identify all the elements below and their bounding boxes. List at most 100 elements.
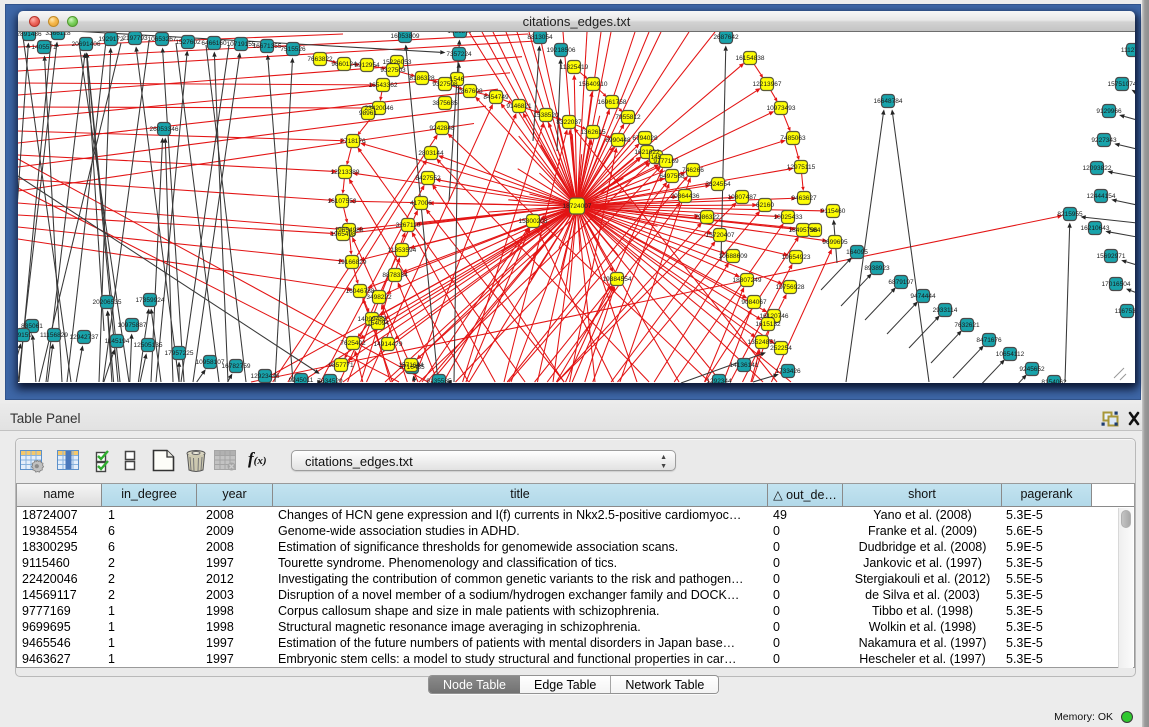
svg-text:7357224: 7357224 [446, 51, 472, 58]
svg-text:8186328: 8186328 [409, 75, 435, 82]
svg-text:7632621: 7632621 [954, 322, 980, 329]
svg-text:7485063: 7485063 [780, 135, 806, 142]
svg-text:16107553: 16107553 [328, 198, 357, 205]
svg-text:8154062: 8154062 [1041, 379, 1067, 383]
svg-text:3366128: 3366128 [45, 32, 71, 37]
svg-text:1929172: 1929172 [98, 36, 124, 43]
svg-text:16543362: 16543362 [369, 82, 398, 89]
svg-text:16120746: 16120746 [760, 313, 789, 320]
svg-text:15226053: 15226053 [383, 59, 412, 66]
svg-text:11325419: 11325419 [560, 64, 589, 71]
svg-text:9699695: 9699695 [822, 239, 848, 246]
svg-text:1527602: 1527602 [175, 39, 201, 46]
svg-text:9474444: 9474444 [910, 293, 936, 300]
svg-text:16961758: 16961758 [598, 99, 627, 106]
svg-text:10025433: 10025433 [774, 214, 803, 221]
svg-text:2197793: 2197793 [122, 35, 148, 42]
svg-text:1167534: 1167534 [1115, 308, 1135, 315]
svg-text:164095: 164095 [846, 249, 868, 256]
svg-text:19166829: 19166829 [338, 259, 367, 266]
svg-text:2718176: 2718176 [340, 138, 366, 145]
svg-text:16210643: 16210643 [1081, 225, 1110, 232]
svg-text:19218506: 19218506 [547, 47, 576, 54]
svg-text:14914479: 14914479 [374, 341, 403, 348]
svg-text:9084067: 9084067 [741, 299, 767, 306]
svg-text:1615132: 1615132 [755, 321, 781, 328]
svg-text:16782759: 16782759 [222, 363, 251, 370]
svg-text:9242848: 9242848 [429, 125, 455, 132]
svg-text:2933114: 2933114 [933, 307, 958, 314]
svg-text:12975115: 12975115 [787, 164, 816, 171]
svg-text:15300203: 15300203 [519, 218, 548, 225]
svg-text:10654112: 10654112 [996, 351, 1025, 358]
svg-text:16053809: 16053809 [391, 33, 420, 40]
svg-text:6879197: 6879197 [888, 279, 914, 286]
svg-text:9245652: 9245652 [1019, 366, 1045, 373]
svg-text:9245011: 9245011 [289, 377, 314, 383]
svg-text:9129966: 9129966 [1096, 108, 1122, 115]
svg-text:1405571: 1405571 [31, 44, 57, 51]
svg-text:10807487: 10807487 [728, 194, 757, 201]
svg-text:154094: 154094 [367, 320, 389, 327]
svg-text:252254: 252254 [770, 345, 792, 352]
svg-text:8912954: 8912954 [354, 62, 380, 69]
svg-text:15751074: 15751074 [1108, 81, 1135, 88]
svg-text:8938923: 8938923 [864, 265, 890, 272]
svg-text:8427552: 8427552 [415, 175, 441, 182]
svg-text:12444154: 12444154 [1087, 193, 1116, 200]
svg-text:10975887: 10975887 [118, 322, 147, 329]
svg-text:6497568: 6497568 [659, 173, 685, 180]
svg-text:584: 584 [810, 227, 821, 234]
svg-text:9227343: 9227343 [1091, 137, 1117, 144]
svg-text:20364436: 20364436 [671, 193, 700, 200]
svg-text:9327503: 9327503 [380, 67, 406, 74]
svg-text:9857771: 9857771 [328, 362, 354, 369]
svg-text:12923446: 12923446 [251, 373, 280, 380]
svg-text:17957225: 17957225 [165, 350, 194, 357]
svg-text:7634529: 7634529 [317, 378, 343, 383]
svg-text:20691406: 20691406 [72, 41, 101, 48]
svg-text:15640910: 15640910 [579, 81, 608, 88]
svg-text:26053346: 26053346 [150, 126, 179, 133]
svg-text:39159: 39159 [18, 332, 32, 339]
svg-text:12505135: 12505135 [134, 342, 163, 349]
svg-text:8813054: 8813054 [527, 34, 553, 41]
svg-text:835061: 835061 [21, 323, 43, 330]
svg-text:9777169: 9777169 [653, 158, 679, 165]
svg-text:1292344: 1292344 [706, 378, 732, 383]
svg-text:1112753: 1112753 [1121, 47, 1135, 54]
svg-text:8990448: 8990448 [605, 137, 631, 144]
svg-text:9463627: 9463627 [791, 195, 817, 202]
svg-text:9660124: 9660124 [331, 61, 357, 68]
svg-text:9115460: 9115460 [821, 208, 846, 215]
svg-text:7625402: 7625402 [340, 340, 366, 347]
svg-text:7955812: 7955812 [615, 114, 641, 121]
svg-text:10653267: 10653267 [148, 36, 177, 43]
svg-text:98961: 98961 [359, 110, 377, 117]
svg-text:9327508: 9327508 [432, 81, 458, 88]
svg-text:14136141: 14136141 [730, 362, 759, 369]
svg-text:8454749: 8454749 [483, 94, 509, 101]
svg-text:8322037: 8322037 [556, 119, 582, 126]
svg-text:3267110: 3267110 [396, 222, 421, 229]
svg-text:417006: 417006 [410, 200, 432, 207]
svg-text:10719155: 10719155 [227, 41, 256, 48]
svg-text:16671355: 16671355 [253, 43, 282, 50]
svg-text:17359924: 17359924 [136, 297, 165, 304]
svg-text:9146821: 9146821 [506, 103, 532, 110]
svg-text:1571644: 1571644 [398, 362, 424, 369]
svg-text:19384554: 19384554 [603, 276, 632, 283]
svg-text:1362615: 1362615 [580, 129, 606, 136]
svg-text:12093822: 12093822 [1083, 165, 1112, 172]
svg-text:8471676: 8471676 [976, 337, 1002, 344]
svg-text:12213967: 12213967 [753, 81, 782, 88]
svg-text:1733426: 1733426 [775, 368, 801, 375]
svg-text:7663822: 7663822 [307, 56, 333, 63]
svg-text:3875685: 3875685 [432, 100, 458, 107]
svg-text:1965498: 1965498 [330, 231, 356, 238]
svg-text:11156829: 11156829 [40, 332, 68, 339]
svg-text:10958107: 10958107 [196, 359, 225, 366]
svg-text:18807249: 18807249 [733, 277, 762, 284]
svg-text:746266: 746266 [682, 167, 704, 174]
svg-text:1145194: 1145194 [105, 338, 130, 345]
